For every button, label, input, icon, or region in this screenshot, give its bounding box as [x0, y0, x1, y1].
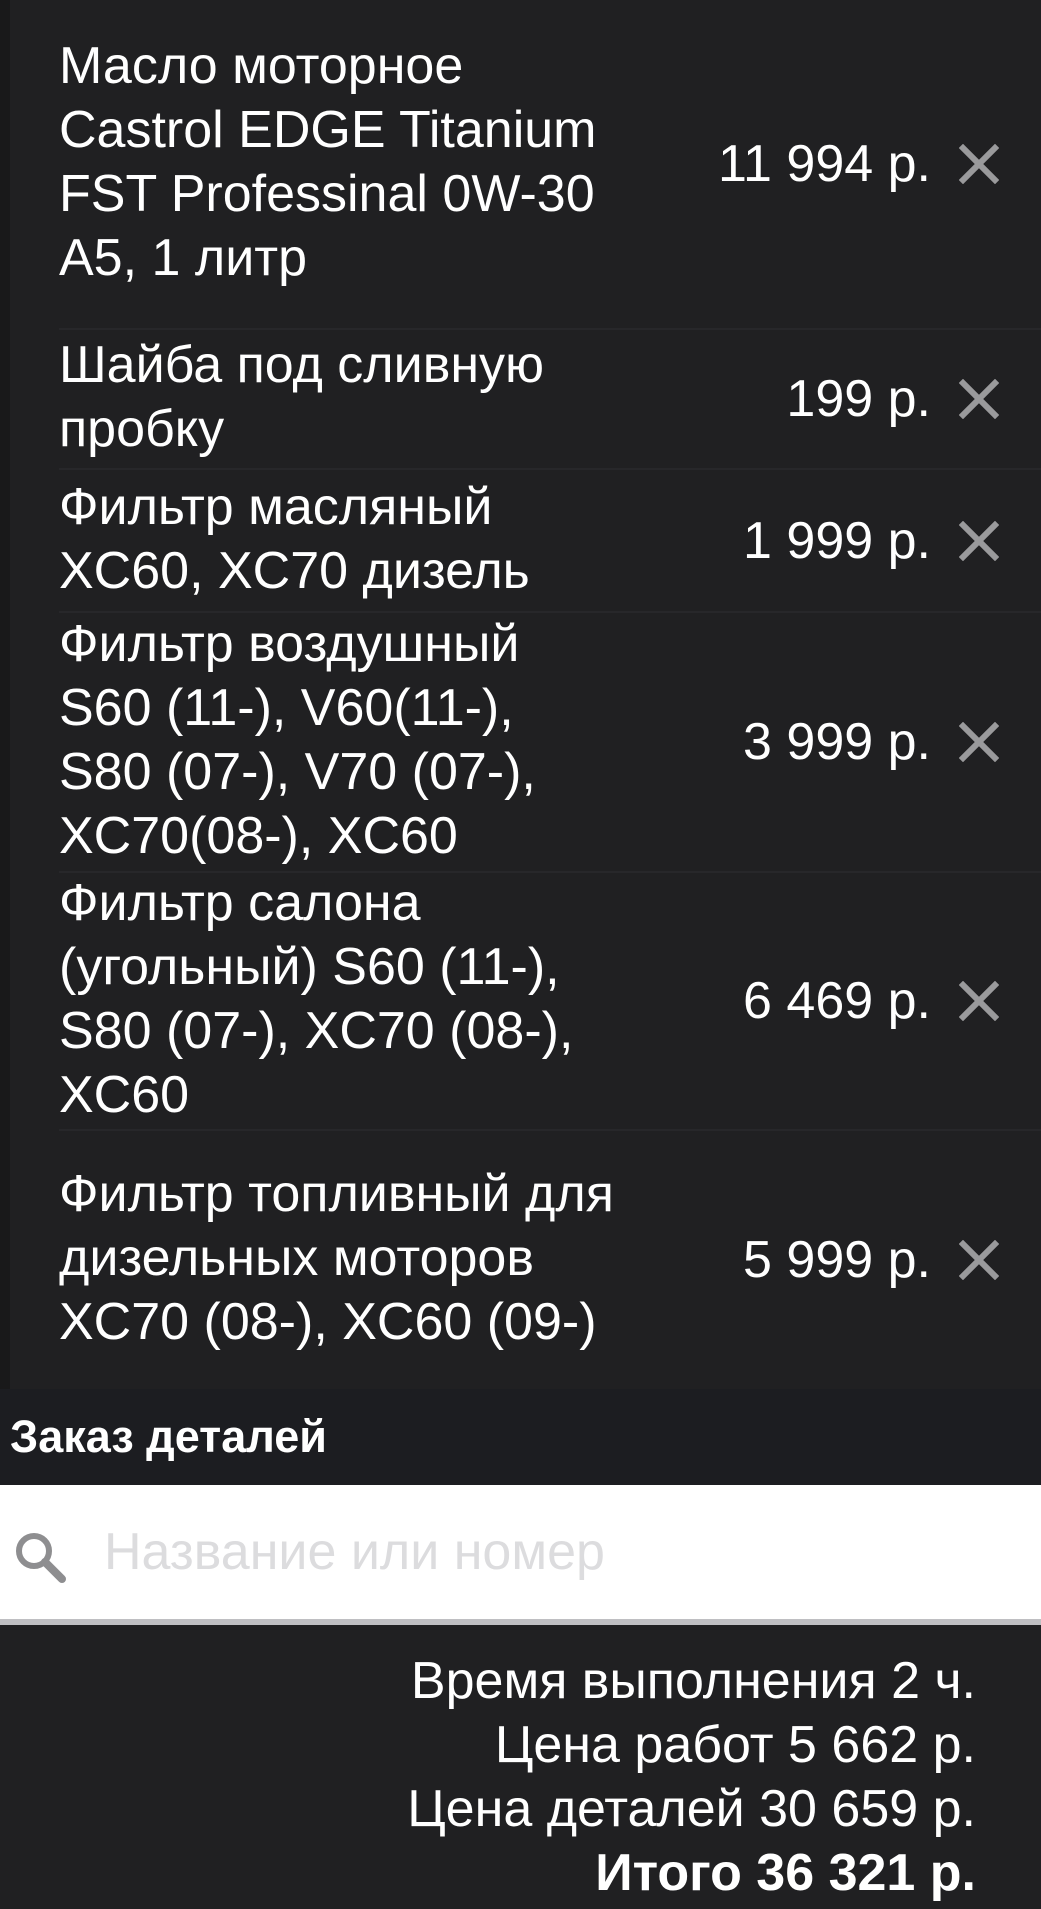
item-price: 6 469 р.: [743, 972, 931, 1030]
section-header: Заказ деталей: [0, 1389, 1041, 1485]
item-price: 5 999 р.: [743, 1231, 931, 1289]
summary-total: Итого 36 321 р.: [595, 1844, 976, 1902]
search-icon: [16, 1533, 66, 1583]
order-summary: Время выполнения 2 ч. Цена работ 5 662 р…: [0, 1631, 1041, 1909]
parts-list: Масло моторное Castrol EDGE Titanium FST…: [0, 0, 1041, 1389]
remove-item-button[interactable]: [947, 969, 1011, 1033]
item-name: Фильтр масляный XC60, XC70 дизель: [59, 477, 530, 600]
summary-work-price: Цена работ 5 662 р.: [494, 1716, 976, 1774]
list-item: Фильтр салона (угольный) S60 (11-), S80 …: [59, 873, 1041, 1131]
item-price: 11 994 р.: [717, 135, 931, 193]
list-item: Масло моторное Castrol EDGE Titanium FST…: [59, 0, 1041, 330]
item-price: 1 999 р.: [743, 511, 931, 570]
remove-item-button[interactable]: [947, 132, 1011, 196]
item-name: Фильтр салона (угольный) S60 (11-), S80 …: [59, 874, 574, 1124]
close-icon: [959, 379, 999, 419]
close-icon: [959, 520, 999, 561]
section-title: Заказ деталей: [10, 1411, 327, 1462]
item-name: Фильтр воздушный S60 (11-), V60(11-), S8…: [59, 615, 536, 865]
close-icon: [959, 722, 999, 762]
item-price: 3 999 р.: [743, 713, 931, 771]
summary-time: Время выполнения 2 ч.: [410, 1652, 976, 1710]
search-bar: [0, 1485, 1041, 1625]
summary-parts-price: Цена деталей 30 659 р.: [407, 1780, 976, 1838]
list-item: Фильтр масляный XC60, XC70 дизель 1 999 …: [59, 470, 1041, 613]
item-name: Масло моторное Castrol EDGE Titanium FST…: [59, 37, 597, 287]
item-name: Шайба под сливную пробку: [59, 336, 545, 458]
search-input[interactable]: [104, 1507, 1004, 1597]
remove-item-button[interactable]: [947, 509, 1011, 573]
list-item: Фильтр воздушный S60 (11-), V60(11-), S8…: [59, 613, 1041, 873]
close-icon: [959, 144, 999, 184]
list-item: Шайба под сливную пробку 199 р.: [59, 330, 1041, 470]
close-icon: [959, 981, 999, 1021]
list-item: Фильтр топливный для дизельных моторов X…: [59, 1131, 1041, 1389]
item-price: 199 р.: [786, 370, 931, 428]
remove-item-button[interactable]: [947, 367, 1011, 431]
remove-item-button[interactable]: [947, 1228, 1011, 1292]
close-icon: [959, 1240, 999, 1280]
remove-item-button[interactable]: [947, 710, 1011, 774]
item-name: Фильтр топливный для дизельных моторов X…: [59, 1165, 614, 1351]
